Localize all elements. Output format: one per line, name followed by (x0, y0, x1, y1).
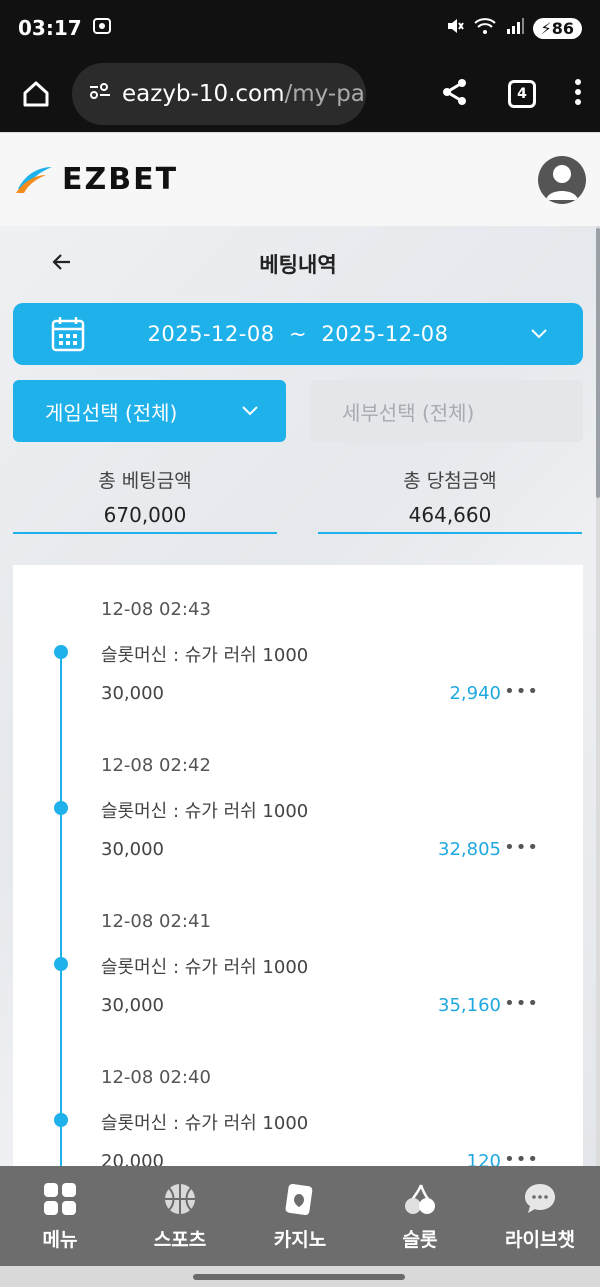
date-range-text: 2025-12-08 ~ 2025-12-08 (13, 322, 583, 346)
basketball-icon (162, 1181, 198, 1217)
entry-win-amount: 32,805 (438, 839, 501, 860)
more-options-icon[interactable]: ••• (504, 993, 539, 1014)
entry-time: 12-08 02:40 (101, 1067, 211, 1088)
chevron-down-icon (529, 323, 549, 347)
entry-time: 12-08 02:41 (101, 911, 211, 932)
timeline-dot (54, 957, 68, 971)
total-bet-label: 총 베팅금액 (98, 470, 192, 492)
address-bar[interactable]: eazyb-10.com/my-pa (72, 63, 366, 125)
nav-label: 카지노 (273, 1228, 327, 1251)
total-bet-summary: 총 베팅금액 670,000 (13, 466, 277, 534)
nav-sports[interactable]: 스포츠 (125, 1181, 235, 1252)
bottom-navigation: 메뉴 스포츠 카지노 슬롯 라이브챗 (0, 1166, 600, 1266)
end-date: 2025-12-08 (321, 322, 449, 346)
url-domain: eazyb-10.com (122, 81, 285, 107)
nav-slot[interactable]: 슬롯 (365, 1181, 475, 1252)
share-icon[interactable] (440, 77, 470, 111)
more-options-icon[interactable]: ••• (504, 1149, 539, 1166)
nav-label: 메뉴 (42, 1228, 78, 1251)
total-win-summary: 총 당첨금액 464,660 (318, 466, 582, 534)
site-logo[interactable]: EZBET (14, 162, 178, 197)
entry-bet-amount: 20,000 (101, 1151, 164, 1166)
nav-menu[interactable]: 메뉴 (5, 1181, 115, 1252)
home-icon (23, 81, 49, 107)
timeline-dot (54, 801, 68, 815)
mute-icon (445, 16, 465, 41)
timeline-dot (54, 645, 68, 659)
entry-game: 슬롯머신 : 슈가 러쉬 1000 (101, 801, 309, 822)
url-path: /my-pa (284, 81, 365, 107)
entry-game: 슬롯머신 : 슈가 러쉬 1000 (101, 1113, 309, 1134)
nav-live-chat[interactable]: 라이브챗 (485, 1181, 595, 1252)
menu-grid-icon (42, 1181, 78, 1217)
cherry-icon (402, 1181, 438, 1217)
total-win-value: 464,660 (408, 503, 492, 527)
entry-time: 12-08 02:42 (101, 755, 211, 776)
total-win-label: 총 당첨금액 (403, 470, 497, 492)
profile-avatar[interactable] (538, 155, 586, 204)
entry-bet-amount: 30,000 (101, 683, 164, 704)
site-header: EZBET (0, 132, 600, 226)
tab-switcher-button[interactable]: 4 (508, 80, 536, 108)
screenshot-icon (92, 16, 112, 41)
entry-bet-amount: 30,000 (101, 839, 164, 860)
more-menu-icon[interactable] (574, 78, 582, 110)
chevron-down-icon (240, 400, 260, 425)
page-scrollbar[interactable] (596, 226, 600, 1166)
gesture-area (0, 1266, 600, 1287)
browser-toolbar: eazyb-10.com/my-pa 4 (0, 56, 600, 132)
entry-win-amount: 35,160 (438, 995, 501, 1016)
site-settings-icon[interactable] (88, 81, 112, 107)
chat-bubble-icon (522, 1181, 558, 1217)
entry-bet-amount: 30,000 (101, 995, 164, 1016)
nav-label: 라이브챗 (505, 1228, 575, 1251)
total-bet-value: 670,000 (103, 503, 187, 527)
main-content: 베팅내역 2025-12-08 ~ 2025-12-08 게임선택 (전체) 세… (0, 226, 596, 1166)
back-arrow-icon[interactable] (50, 250, 74, 281)
game-select-dropdown[interactable]: 게임선택 (전체) (13, 380, 286, 442)
home-gesture-bar[interactable] (193, 1274, 405, 1280)
page-title: 베팅내역 (259, 253, 337, 277)
ezbet-logo-icon (16, 166, 52, 193)
date-separator: ~ (288, 322, 308, 346)
casino-card-icon (282, 1181, 318, 1217)
user-icon (546, 164, 578, 200)
more-options-icon[interactable]: ••• (504, 837, 539, 858)
history-entry: 12-08 02:40 슬롯머신 : 슈가 러쉬 1000 20,000 120… (13, 1033, 583, 1166)
history-entry: 12-08 02:42 슬롯머신 : 슈가 러쉬 1000 30,000 32,… (13, 721, 583, 877)
wifi-icon (473, 16, 497, 41)
nav-label: 슬롯 (402, 1228, 438, 1251)
history-entry: 12-08 02:43 슬롯머신 : 슈가 러쉬 1000 30,000 2,9… (13, 565, 583, 721)
entry-time: 12-08 02:43 (101, 599, 211, 620)
entry-game: 슬롯머신 : 슈가 러쉬 1000 (101, 645, 309, 666)
entry-win-amount: 120 (466, 1151, 501, 1166)
sub-select-label: 세부선택 (전체) (342, 400, 475, 425)
battery-level: 86 (551, 18, 574, 38)
home-button[interactable] (14, 72, 58, 116)
logo-text: EZBET (62, 162, 179, 197)
scrollbar-thumb[interactable] (596, 228, 600, 498)
timeline-dot (54, 1113, 68, 1127)
nav-casino[interactable]: 카지노 (245, 1181, 355, 1252)
start-date: 2025-12-08 (147, 322, 275, 346)
nav-label: 스포츠 (153, 1228, 207, 1251)
betting-history-list: 12-08 02:43 슬롯머신 : 슈가 러쉬 1000 30,000 2,9… (13, 565, 583, 1166)
status-time: 03:17 (18, 16, 82, 40)
calendar-icon (51, 316, 85, 356)
sub-select-dropdown[interactable]: 세부선택 (전체) (310, 380, 583, 442)
entry-game: 슬롯머신 : 슈가 러쉬 1000 (101, 957, 309, 978)
more-options-icon[interactable]: ••• (504, 681, 539, 702)
status-bar: 03:17 ⚡86 (0, 0, 600, 56)
battery-indicator: ⚡86 (532, 17, 582, 39)
entry-win-amount: 2,940 (449, 683, 501, 704)
history-entry: 12-08 02:41 슬롯머신 : 슈가 러쉬 1000 30,000 35,… (13, 877, 583, 1033)
page-header: 베팅내역 (0, 226, 596, 302)
game-select-label: 게임선택 (전체) (45, 400, 178, 425)
signal-icon (505, 16, 525, 41)
date-range-picker[interactable]: 2025-12-08 ~ 2025-12-08 (13, 303, 583, 365)
